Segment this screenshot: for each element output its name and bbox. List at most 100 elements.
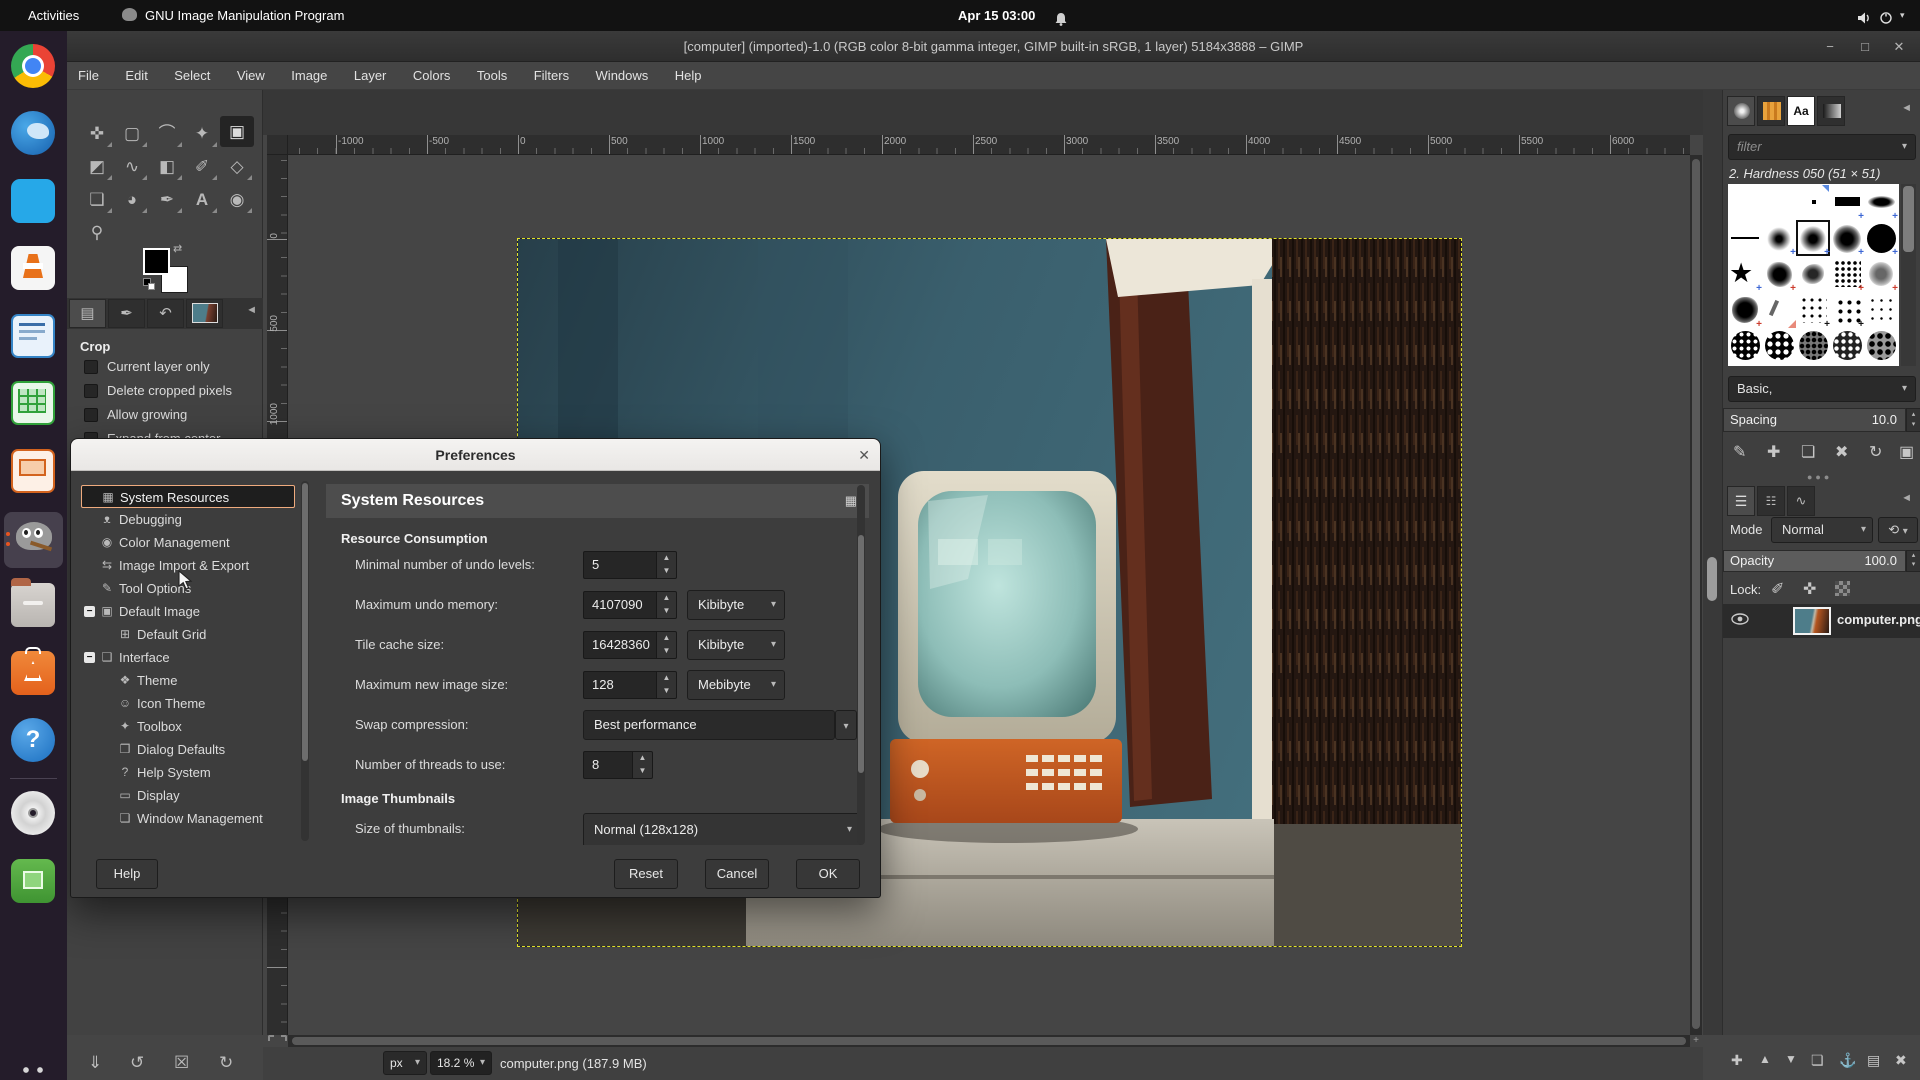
- menu-colors[interactable]: Colors: [402, 62, 462, 89]
- brush-thumb[interactable]: [1762, 184, 1796, 220]
- dock-item-package[interactable]: [9, 857, 58, 906]
- brush-thumb[interactable]: [1728, 220, 1762, 256]
- threads-spin-buttons[interactable]: ▲▼: [633, 751, 653, 779]
- tile-cache-spin-buttons[interactable]: ▲▼: [657, 631, 677, 659]
- bell-icon[interactable]: [1054, 1, 1068, 32]
- show-applications-button[interactable]: [17, 1061, 50, 1080]
- close-button[interactable]: ✕: [1884, 31, 1914, 62]
- duplicate-brush-icon[interactable]: ❏: [1801, 442, 1815, 462]
- brush-thumb[interactable]: [1864, 292, 1898, 328]
- dock-item-thunderbird[interactable]: [9, 109, 58, 158]
- activities-button[interactable]: Activities: [28, 0, 79, 31]
- help-button[interactable]: Help: [96, 859, 158, 889]
- tab-brushes[interactable]: [1727, 96, 1755, 126]
- lock-position-icon[interactable]: ✜: [1803, 579, 1816, 599]
- layer-visible-eye-icon[interactable]: [1731, 612, 1749, 631]
- tool-text[interactable]: A: [185, 184, 219, 215]
- dock-grip-dots[interactable]: ●●●: [1807, 472, 1832, 482]
- undo-memory-spin-buttons[interactable]: ▲▼: [657, 591, 677, 619]
- tab-paths[interactable]: ∿: [1787, 486, 1815, 516]
- tool-crop-active[interactable]: ▣: [220, 116, 254, 147]
- content-scrollbar[interactable]: [857, 485, 865, 845]
- tile-cache-unit-select[interactable]: Kibibyte▾: [687, 630, 785, 660]
- dock-item-vscode[interactable]: [9, 177, 58, 226]
- open-brush-icon[interactable]: ▣: [1899, 442, 1914, 462]
- layer-thumbnail[interactable]: [1793, 607, 1831, 635]
- sidebar-item-icon-theme[interactable]: ☺Icon Theme: [81, 692, 295, 715]
- zoom-select[interactable]: 18.2 % ▾: [430, 1051, 492, 1075]
- merge-layer-icon[interactable]: ▤: [1867, 1052, 1880, 1069]
- brush-thumb[interactable]: +: [1864, 256, 1898, 292]
- menu-view[interactable]: View: [226, 62, 276, 89]
- brush-grid-scrollbar[interactable]: [1901, 184, 1916, 366]
- tool-zoom[interactable]: ⚲: [80, 217, 114, 248]
- sidebar-item-theme[interactable]: ❖Theme: [81, 669, 295, 692]
- duplicate-layer-icon[interactable]: ❏: [1811, 1052, 1824, 1069]
- swap-compression-chevron-button[interactable]: ▾: [835, 710, 857, 740]
- dialog-close-icon[interactable]: ✕: [858, 439, 870, 471]
- brush-thumb[interactable]: +: [1830, 220, 1864, 256]
- tab-tool-options[interactable]: ▤: [69, 299, 106, 328]
- new-layer-icon[interactable]: ✚: [1731, 1052, 1743, 1069]
- brush-thumb[interactable]: [1762, 292, 1796, 328]
- tool-fuzzy-select[interactable]: ✦: [185, 118, 219, 149]
- tab-device-status[interactable]: ✒: [108, 299, 145, 328]
- brush-thumb[interactable]: +: [1762, 256, 1796, 292]
- tab-gradients[interactable]: [1817, 96, 1845, 126]
- tray-chevron-down-icon[interactable]: ▾: [1900, 0, 1905, 31]
- brush-grid[interactable]: + + + + + + ★+ + + + + + +: [1728, 184, 1899, 366]
- anchor-layer-icon[interactable]: ⚓: [1839, 1052, 1856, 1069]
- lock-pixels-icon[interactable]: ✐: [1771, 579, 1784, 599]
- brush-thumb[interactable]: [1830, 328, 1864, 364]
- opacity-spinner[interactable]: ▴ ▾: [1906, 550, 1920, 572]
- brush-thumb[interactable]: +: [1762, 220, 1796, 256]
- cancel-button[interactable]: Cancel: [705, 859, 769, 889]
- minimize-button[interactable]: −: [1815, 31, 1845, 62]
- expander-icon[interactable]: −: [84, 606, 95, 617]
- sidebar-scrollbar[interactable]: [301, 481, 309, 841]
- tool-shear[interactable]: ◩: [80, 151, 114, 182]
- edit-brush-icon[interactable]: ✎: [1733, 442, 1746, 462]
- clock[interactable]: Apr 15 03:00: [958, 0, 1035, 31]
- brush-thumb[interactable]: [1796, 256, 1830, 292]
- brush-spacing-slider[interactable]: Spacing 10.0: [1723, 408, 1906, 432]
- sidebar-item-toolbox[interactable]: ✦Toolbox: [81, 715, 295, 738]
- canvas-horizontal-scrollbar[interactable]: [288, 1035, 1690, 1047]
- tool-free-select[interactable]: ⌒: [150, 118, 184, 149]
- tab-undo-history[interactable]: ↶: [147, 299, 184, 328]
- delete-layer-icon[interactable]: ✖: [1895, 1052, 1907, 1069]
- dock-item-disc[interactable]: [9, 789, 58, 838]
- sidebar-item-interface[interactable]: − ❑Interface: [81, 646, 295, 669]
- gimp-title-bar[interactable]: [computer] (imported)-1.0 (RGB color 8-b…: [67, 31, 1920, 62]
- refresh-brushes-icon[interactable]: ↻: [1869, 442, 1882, 462]
- brush-dock-menu-icon[interactable]: ◄: [1901, 102, 1912, 114]
- max-image-size-spin-buttons[interactable]: ▲▼: [657, 671, 677, 699]
- brush-thumb[interactable]: +: [1864, 184, 1898, 220]
- delete-brush-icon[interactable]: ✖: [1835, 442, 1848, 462]
- brush-thumb[interactable]: ★+: [1728, 256, 1762, 292]
- mode-select[interactable]: Normal ▾: [1771, 517, 1873, 543]
- sidebar-item-system-resources[interactable]: ▦System Resources: [81, 485, 295, 508]
- menu-select[interactable]: Select: [163, 62, 221, 89]
- brush-thumb-selected[interactable]: +: [1796, 220, 1830, 256]
- menu-layer[interactable]: Layer: [343, 62, 398, 89]
- dock-item-libreoffice-calc[interactable]: [9, 379, 58, 428]
- tab-patterns[interactable]: [1757, 96, 1785, 126]
- tab-channels[interactable]: ☷: [1757, 486, 1785, 516]
- menu-file[interactable]: File: [67, 62, 110, 89]
- tool-paintbrush[interactable]: ✐: [185, 151, 219, 182]
- brush-thumb[interactable]: [1728, 328, 1762, 364]
- brush-tag-select[interactable]: Basic, ▾: [1728, 376, 1916, 402]
- dock-resize-handle[interactable]: [1707, 557, 1717, 601]
- tool-bucket-fill[interactable]: ◧: [150, 151, 184, 182]
- tool-clone[interactable]: ❏: [80, 184, 114, 215]
- spacing-spinner[interactable]: ▴ ▾: [1906, 408, 1920, 432]
- section-header-icon[interactable]: ▦: [845, 484, 857, 518]
- raise-layer-icon[interactable]: ▲: [1759, 1052, 1771, 1066]
- tabstrip-menu-icon[interactable]: ◄: [246, 304, 257, 316]
- sidebar-item-default-image[interactable]: − ▣Default Image: [81, 600, 295, 623]
- tool-ink[interactable]: ✒: [150, 184, 184, 215]
- lock-alpha-icon[interactable]: [1835, 581, 1850, 596]
- layers-dock-menu-icon[interactable]: ◄: [1901, 492, 1912, 504]
- foreground-color-swatch[interactable]: [143, 248, 170, 275]
